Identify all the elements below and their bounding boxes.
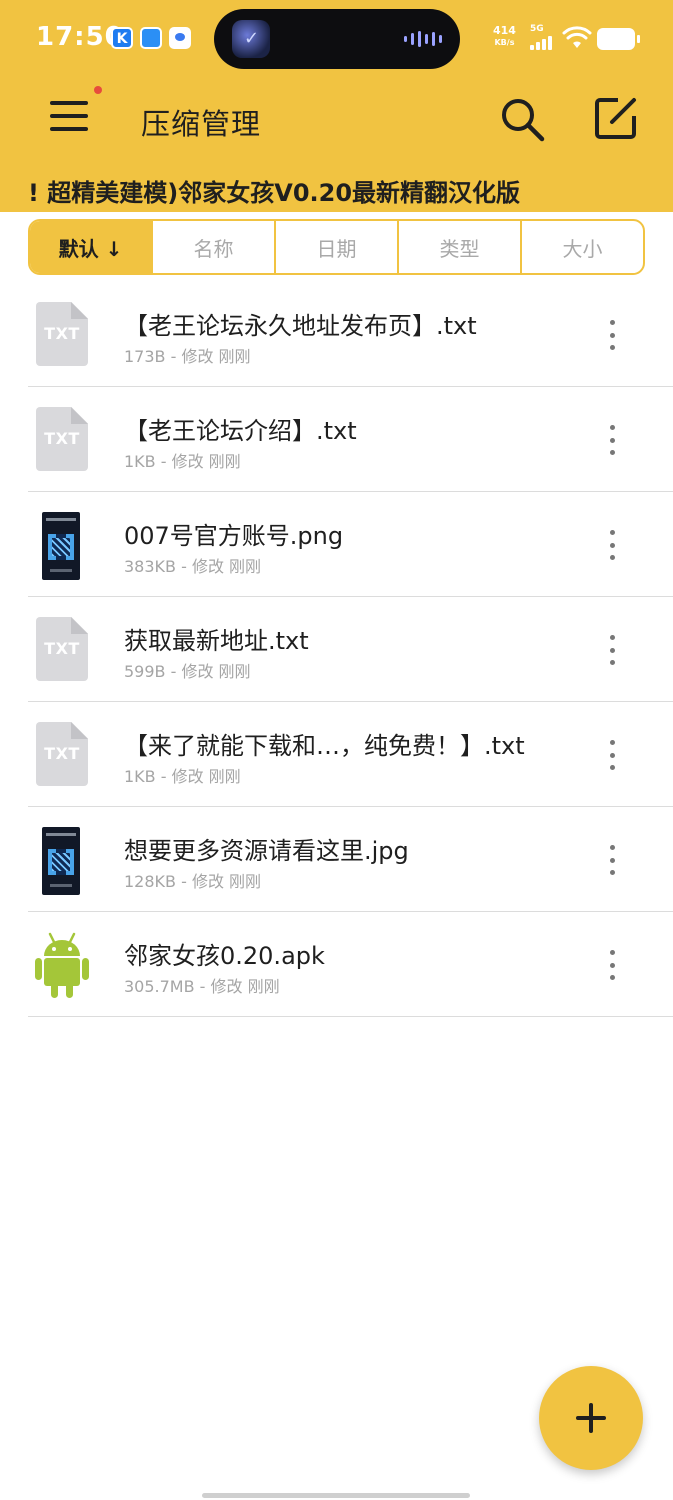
more-options-icon[interactable] [598,950,626,980]
home-indicator[interactable] [202,1493,470,1498]
txt-file-icon: TXT [36,722,88,786]
file-name: 【老王论坛介绍】.txt [124,417,357,445]
cellular-signal-icon: 5G [530,24,556,50]
search-icon[interactable] [498,95,546,143]
sort-tab-default[interactable]: 默认 ↓ [30,221,151,273]
file-name: 【来了就能下载和…，纯免费！】.txt [124,732,525,760]
more-options-icon[interactable] [598,845,626,875]
plus-icon [576,1403,606,1433]
dynamic-island[interactable] [214,9,460,69]
file-row[interactable]: 007号官方账号.png 383KB - 修改 刚刚 [28,492,673,597]
file-meta: 173B - 修改 刚刚 [124,347,251,366]
app-header: 17:50 K 414 KB/s 5G 压缩管理 [0,0,673,212]
more-options-icon[interactable] [598,635,626,665]
file-row[interactable]: TXT 【来了就能下载和…，纯免费！】.txt 1KB - 修改 刚刚 [28,702,673,807]
network-speed: 414 KB/s [493,25,516,49]
wifi-icon [562,26,592,48]
file-meta: 599B - 修改 刚刚 [124,662,251,681]
file-meta: 1KB - 修改 刚刚 [124,452,241,471]
notes-app-icon [140,27,162,49]
file-list: TXT 【老王论坛永久地址发布页】.txt 173B - 修改 刚刚 TXT 【… [28,282,673,1017]
network-speed-unit: KB/s [494,38,515,47]
file-meta: 305.7MB - 修改 刚刚 [124,977,280,996]
network-speed-value: 414 [493,24,516,37]
file-row[interactable]: 邻家女孩0.20.apk 305.7MB - 修改 刚刚 [28,912,673,1017]
file-name: 007号官方账号.png [124,522,344,550]
sort-tabs: 默认 ↓ 名称 日期 类型 大小 [28,219,645,275]
sort-tab-date[interactable]: 日期 [274,221,397,273]
file-name: 【老王论坛永久地址发布页】.txt [124,312,477,340]
more-options-icon[interactable] [598,425,626,455]
add-button[interactable] [539,1366,643,1470]
more-options-icon[interactable] [598,530,626,560]
image-thumbnail-icon [42,512,80,580]
media-thumbnail-icon [232,20,270,58]
file-name: 获取最新地址.txt [124,627,309,655]
notification-dot [94,86,102,94]
txt-file-icon: TXT [36,617,88,681]
file-row[interactable]: 想要更多资源请看这里.jpg 128KB - 修改 刚刚 [28,807,673,912]
audio-wave-icon [404,31,442,47]
file-meta: 383KB - 修改 刚刚 [124,557,262,576]
marquee-archive-name: ! 超精美建模)邻家女孩V0.20最新精翻汉化版 [28,179,521,207]
sort-tab-name[interactable]: 名称 [151,221,274,273]
more-options-icon[interactable] [598,740,626,770]
network-type: 5G [530,24,544,34]
file-row[interactable]: TXT 获取最新地址.txt 599B - 修改 刚刚 [28,597,673,702]
file-meta: 1KB - 修改 刚刚 [124,767,241,786]
baidu-app-icon [169,27,191,49]
image-thumbnail-icon [42,827,80,895]
status-bar: 17:50 K 414 KB/s 5G [0,0,673,78]
edit-icon[interactable] [594,96,638,140]
battery-icon [597,28,640,50]
sort-tab-type[interactable]: 类型 [397,221,520,273]
more-options-icon[interactable] [598,320,626,350]
file-name: 想要更多资源请看这里.jpg [124,837,409,865]
k-app-icon: K [111,27,133,49]
file-row[interactable]: TXT 【老王论坛永久地址发布页】.txt 173B - 修改 刚刚 [28,282,673,387]
file-meta: 128KB - 修改 刚刚 [124,872,262,891]
page-title: 压缩管理 [141,107,262,141]
android-apk-icon [35,932,89,998]
menu-button[interactable] [50,99,90,133]
sort-tab-size[interactable]: 大小 [520,221,643,273]
txt-file-icon: TXT [36,302,88,366]
file-row[interactable]: TXT 【老王论坛介绍】.txt 1KB - 修改 刚刚 [28,387,673,492]
txt-file-icon: TXT [36,407,88,471]
file-name: 邻家女孩0.20.apk [124,942,325,970]
